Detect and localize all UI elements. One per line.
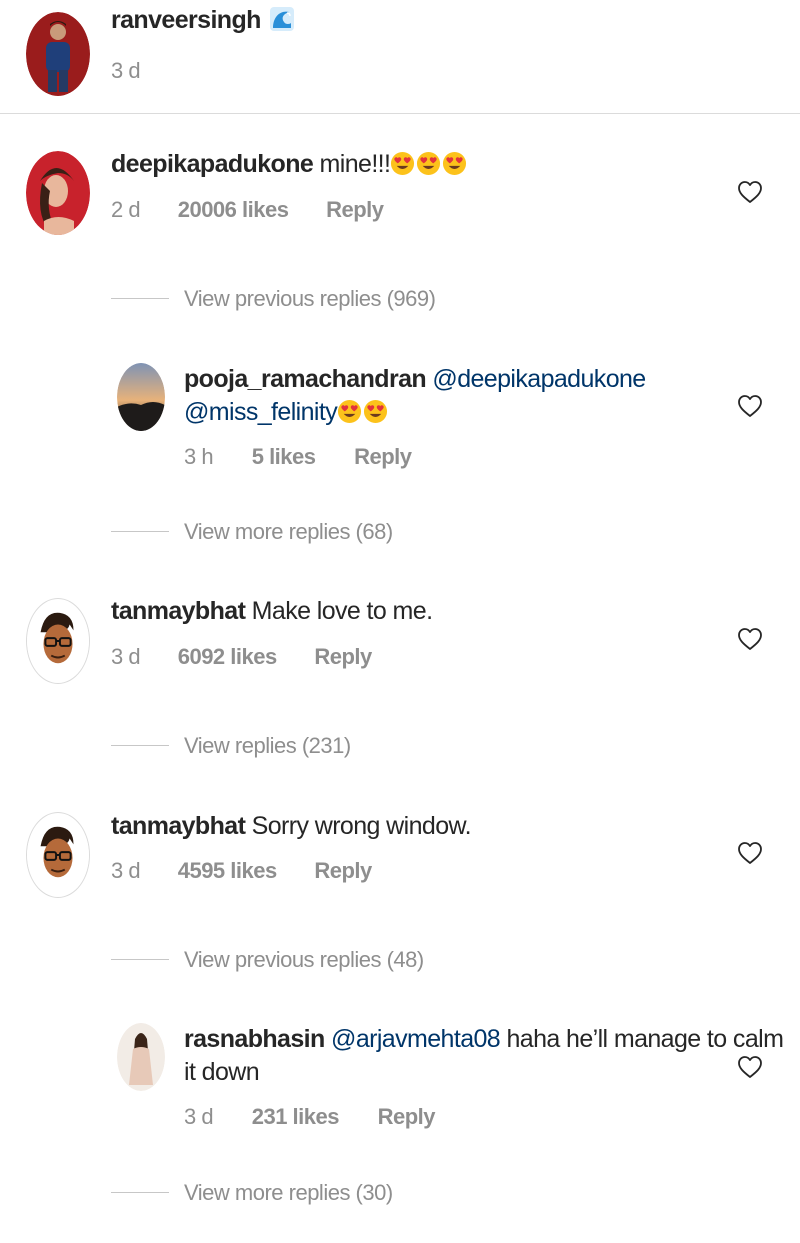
comment-text: Sorry wrong window. — [251, 812, 472, 840]
comment-time: 3 d — [111, 858, 141, 883]
avatar[interactable] — [117, 363, 165, 431]
avatar[interactable] — [26, 812, 90, 898]
like-heart-icon[interactable] — [737, 627, 763, 651]
reply-username[interactable]: rasnabhasin — [184, 1025, 325, 1053]
heart-eyes-icon — [390, 151, 415, 176]
reply-likes[interactable]: 5 likes — [252, 444, 316, 470]
avatar-image — [26, 151, 90, 235]
replies-divider-line — [111, 531, 169, 532]
avatar[interactable] — [117, 1023, 165, 1091]
reply-button[interactable]: Reply — [326, 197, 384, 223]
comment-text: Make love to me. — [251, 597, 433, 625]
comment-text: mine!!! — [319, 150, 391, 178]
view-previous-replies-link[interactable]: View previous replies (969) — [184, 286, 436, 312]
avatar[interactable] — [26, 598, 90, 684]
avatar-image — [117, 363, 165, 431]
heart-eyes-icon — [442, 151, 467, 176]
comment-likes[interactable]: 20006 likes — [178, 197, 289, 223]
reply-time: 3 h — [184, 444, 214, 469]
reply-button[interactable]: Reply — [354, 444, 412, 470]
comment-time: 3 d — [111, 644, 141, 669]
like-heart-icon[interactable] — [737, 180, 763, 204]
reply-likes[interactable]: 231 likes — [252, 1104, 340, 1130]
mention-link[interactable]: @arjavmehta08 — [331, 1025, 501, 1053]
like-heart-icon[interactable] — [737, 394, 763, 418]
avatar-image — [27, 599, 89, 683]
comment-username[interactable]: tanmaybhat — [111, 812, 246, 840]
like-heart-icon[interactable] — [737, 1055, 763, 1079]
replies-divider-line — [111, 745, 169, 746]
avatar-image — [27, 813, 89, 897]
caption-time: 3 d — [111, 58, 141, 83]
replies-divider-line — [111, 298, 169, 299]
view-more-replies-link[interactable]: View more replies (68) — [184, 519, 393, 545]
wave-emoji-icon — [269, 6, 295, 32]
reply-button[interactable]: Reply — [314, 858, 372, 884]
view-replies-link[interactable]: View replies (231) — [184, 733, 351, 759]
comment-likes[interactable]: 4595 likes — [178, 858, 277, 884]
view-more-replies-link[interactable]: View more replies (30) — [184, 1180, 393, 1206]
reply-username[interactable]: pooja_ramachandran — [184, 365, 427, 393]
reply-time: 3 d — [184, 1104, 214, 1129]
avatar[interactable] — [26, 12, 90, 96]
comment-likes[interactable]: 6092 likes — [178, 644, 277, 670]
reply-button[interactable]: Reply — [314, 644, 372, 670]
comment-time: 2 d — [111, 197, 141, 222]
avatar-image — [117, 1023, 165, 1091]
mention-link[interactable]: @miss_felinity — [184, 398, 338, 426]
like-heart-icon[interactable] — [737, 841, 763, 865]
comment-username[interactable]: deepikapadukone — [111, 150, 314, 178]
view-previous-replies-link[interactable]: View previous replies (48) — [184, 947, 424, 973]
caption-username[interactable]: ranveersingh — [111, 6, 261, 34]
reply-button[interactable]: Reply — [378, 1104, 436, 1130]
reply-text: haha he’ll manage to calm — [506, 1025, 784, 1053]
avatar-image — [26, 12, 90, 96]
heart-eyes-icon — [337, 399, 362, 424]
avatar[interactable] — [26, 151, 90, 235]
divider — [0, 113, 800, 114]
heart-eyes-icon — [363, 399, 388, 424]
heart-eyes-icon — [416, 151, 441, 176]
comment-username[interactable]: tanmaybhat — [111, 597, 246, 625]
mention-link[interactable]: @deepikapadukone — [432, 365, 646, 393]
replies-divider-line — [111, 1192, 169, 1193]
replies-divider-line — [111, 959, 169, 960]
reply-text-continued: it down — [184, 1058, 260, 1086]
